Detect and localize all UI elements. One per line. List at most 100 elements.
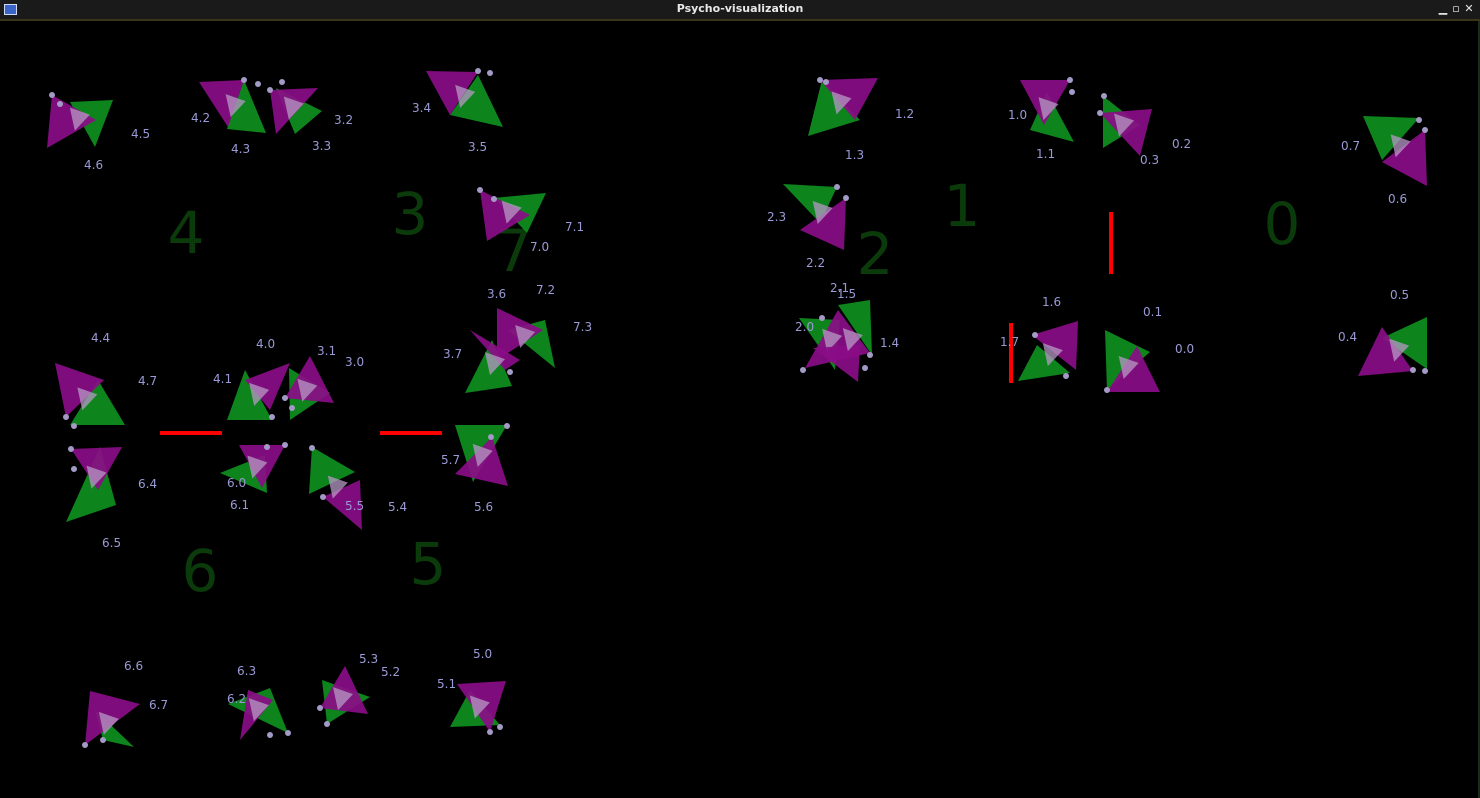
node-label: 5.6 — [474, 500, 493, 514]
node-label: 1.0 — [1008, 108, 1027, 122]
close-button[interactable]: ✕ — [1463, 2, 1475, 15]
vertex-dot — [241, 77, 247, 83]
node-label: 5.2 — [381, 665, 400, 679]
vertex-dot — [324, 721, 330, 727]
vertex-dot — [264, 444, 270, 450]
node-label: 1.3 — [845, 148, 864, 162]
node-label: 6.7 — [149, 698, 168, 712]
vertex-dot — [504, 423, 510, 429]
node-label: 1.2 — [895, 107, 914, 121]
node-label: 3.0 — [345, 355, 364, 369]
vertex-dot — [475, 68, 481, 74]
cluster-number-3: 3 — [392, 180, 429, 248]
node-label: 4.1 — [213, 372, 232, 386]
vertex-dot — [491, 196, 497, 202]
vertex-dot — [834, 184, 840, 190]
node-label: 0.7 — [1341, 139, 1360, 153]
window-title: Psycho-visualization — [676, 2, 804, 15]
node-label: 7.0 — [530, 240, 549, 254]
vertex-dot — [487, 729, 493, 735]
node-label: 0.2 — [1172, 137, 1191, 151]
node-label: 5.7 — [441, 453, 460, 467]
vertex-dot — [507, 369, 513, 375]
node-label: 3.5 — [468, 140, 487, 154]
vertex-dot — [71, 423, 77, 429]
node-label: 4.5 — [131, 127, 150, 141]
node-label: 1.6 — [1042, 295, 1061, 309]
vertex-dot — [1067, 77, 1073, 83]
node-label: 6.5 — [102, 536, 121, 550]
vertex-dot — [269, 414, 275, 420]
vertex-dot — [255, 81, 261, 87]
vertex-dot — [1104, 387, 1110, 393]
vertex-dot — [819, 315, 825, 321]
vertex-dot — [843, 195, 849, 201]
vertex-dot — [1410, 367, 1416, 373]
node-label: 5.3 — [359, 652, 378, 666]
node-label: 6.2 — [227, 692, 246, 706]
vertex-dot — [68, 446, 74, 452]
vertex-dot — [1416, 117, 1422, 123]
node-label: 6.3 — [237, 664, 256, 678]
title-bar[interactable]: Psycho-visualization ▁ ▫ ✕ — [0, 0, 1480, 21]
node-label: 1.7 — [1000, 335, 1019, 349]
vertex-dot — [1101, 93, 1107, 99]
vertex-dot — [1422, 127, 1428, 133]
node-label: 4.2 — [191, 111, 210, 125]
vertex-dot — [317, 705, 323, 711]
maximize-button[interactable]: ▫ — [1450, 2, 1462, 15]
node-label: 0.6 — [1388, 192, 1407, 206]
node-label: 1.4 — [880, 336, 899, 350]
vertex-dot — [800, 367, 806, 373]
vertex-dot — [1422, 368, 1428, 374]
vertex-dot — [289, 405, 295, 411]
node-label: 2.2 — [806, 256, 825, 270]
vertex-dot — [488, 434, 494, 440]
vertex-dot — [282, 395, 288, 401]
cluster-number-2: 2 — [857, 220, 894, 288]
vertex-dot — [71, 466, 77, 472]
node-label: 4.4 — [91, 331, 110, 345]
node-label: 2.3 — [767, 210, 786, 224]
cluster-number-5: 5 — [410, 530, 447, 598]
vertex-dot — [477, 187, 483, 193]
cluster-number-6: 6 — [182, 537, 219, 605]
vertex-dot — [817, 77, 823, 83]
vertex-dot — [82, 742, 88, 748]
node-label: 4.6 — [84, 158, 103, 172]
node-label: 2.0 — [795, 320, 814, 334]
vertex-dot — [823, 79, 829, 85]
node-label: 6.1 — [230, 498, 249, 512]
cluster-number-1: 1 — [944, 172, 981, 240]
node-label: 0.4 — [1338, 330, 1357, 344]
node-label: 7.3 — [573, 320, 592, 334]
node-label: 4.0 — [256, 337, 275, 351]
node-label: 5.5 — [345, 499, 364, 513]
node-label: 3.3 — [312, 139, 331, 153]
node-label: 0.1 — [1143, 305, 1162, 319]
node-label: 3.2 — [334, 113, 353, 127]
minimize-button[interactable]: ▁ — [1437, 2, 1449, 15]
visualization-svg[interactable]: 012345670.00.10.20.30.40.50.60.71.01.11.… — [0, 21, 1480, 798]
cluster-number-0: 0 — [1264, 190, 1301, 258]
vertex-dot — [282, 442, 288, 448]
vertex-dot — [1069, 89, 1075, 95]
node-label: 5.4 — [388, 500, 407, 514]
vertex-dot — [279, 79, 285, 85]
node-label: 0.3 — [1140, 153, 1159, 167]
node-label: 7.1 — [565, 220, 584, 234]
vertex-dot — [497, 724, 503, 730]
vertex-dot — [63, 414, 69, 420]
visualization-canvas[interactable]: 0 1 2 3 4 5 6 7 0.0 0.1 0.2 0.3 0.4 0.5 0.6 0.7 1.0 1.1 1.… — [0, 21, 1480, 798]
node-label: 2.1 — [830, 281, 849, 295]
node-label: 4.3 — [231, 142, 250, 156]
vertex-dot — [1032, 332, 1038, 338]
vertex-dot — [285, 730, 291, 736]
node-label: 4.7 — [138, 374, 157, 388]
node-label: 6.6 — [124, 659, 143, 673]
vertex-dot — [487, 70, 493, 76]
node-label: 3.4 — [412, 101, 431, 115]
node-label: 6.0 — [227, 476, 246, 490]
node-label: 3.1 — [317, 344, 336, 358]
node-label: 3.6 — [487, 287, 506, 301]
